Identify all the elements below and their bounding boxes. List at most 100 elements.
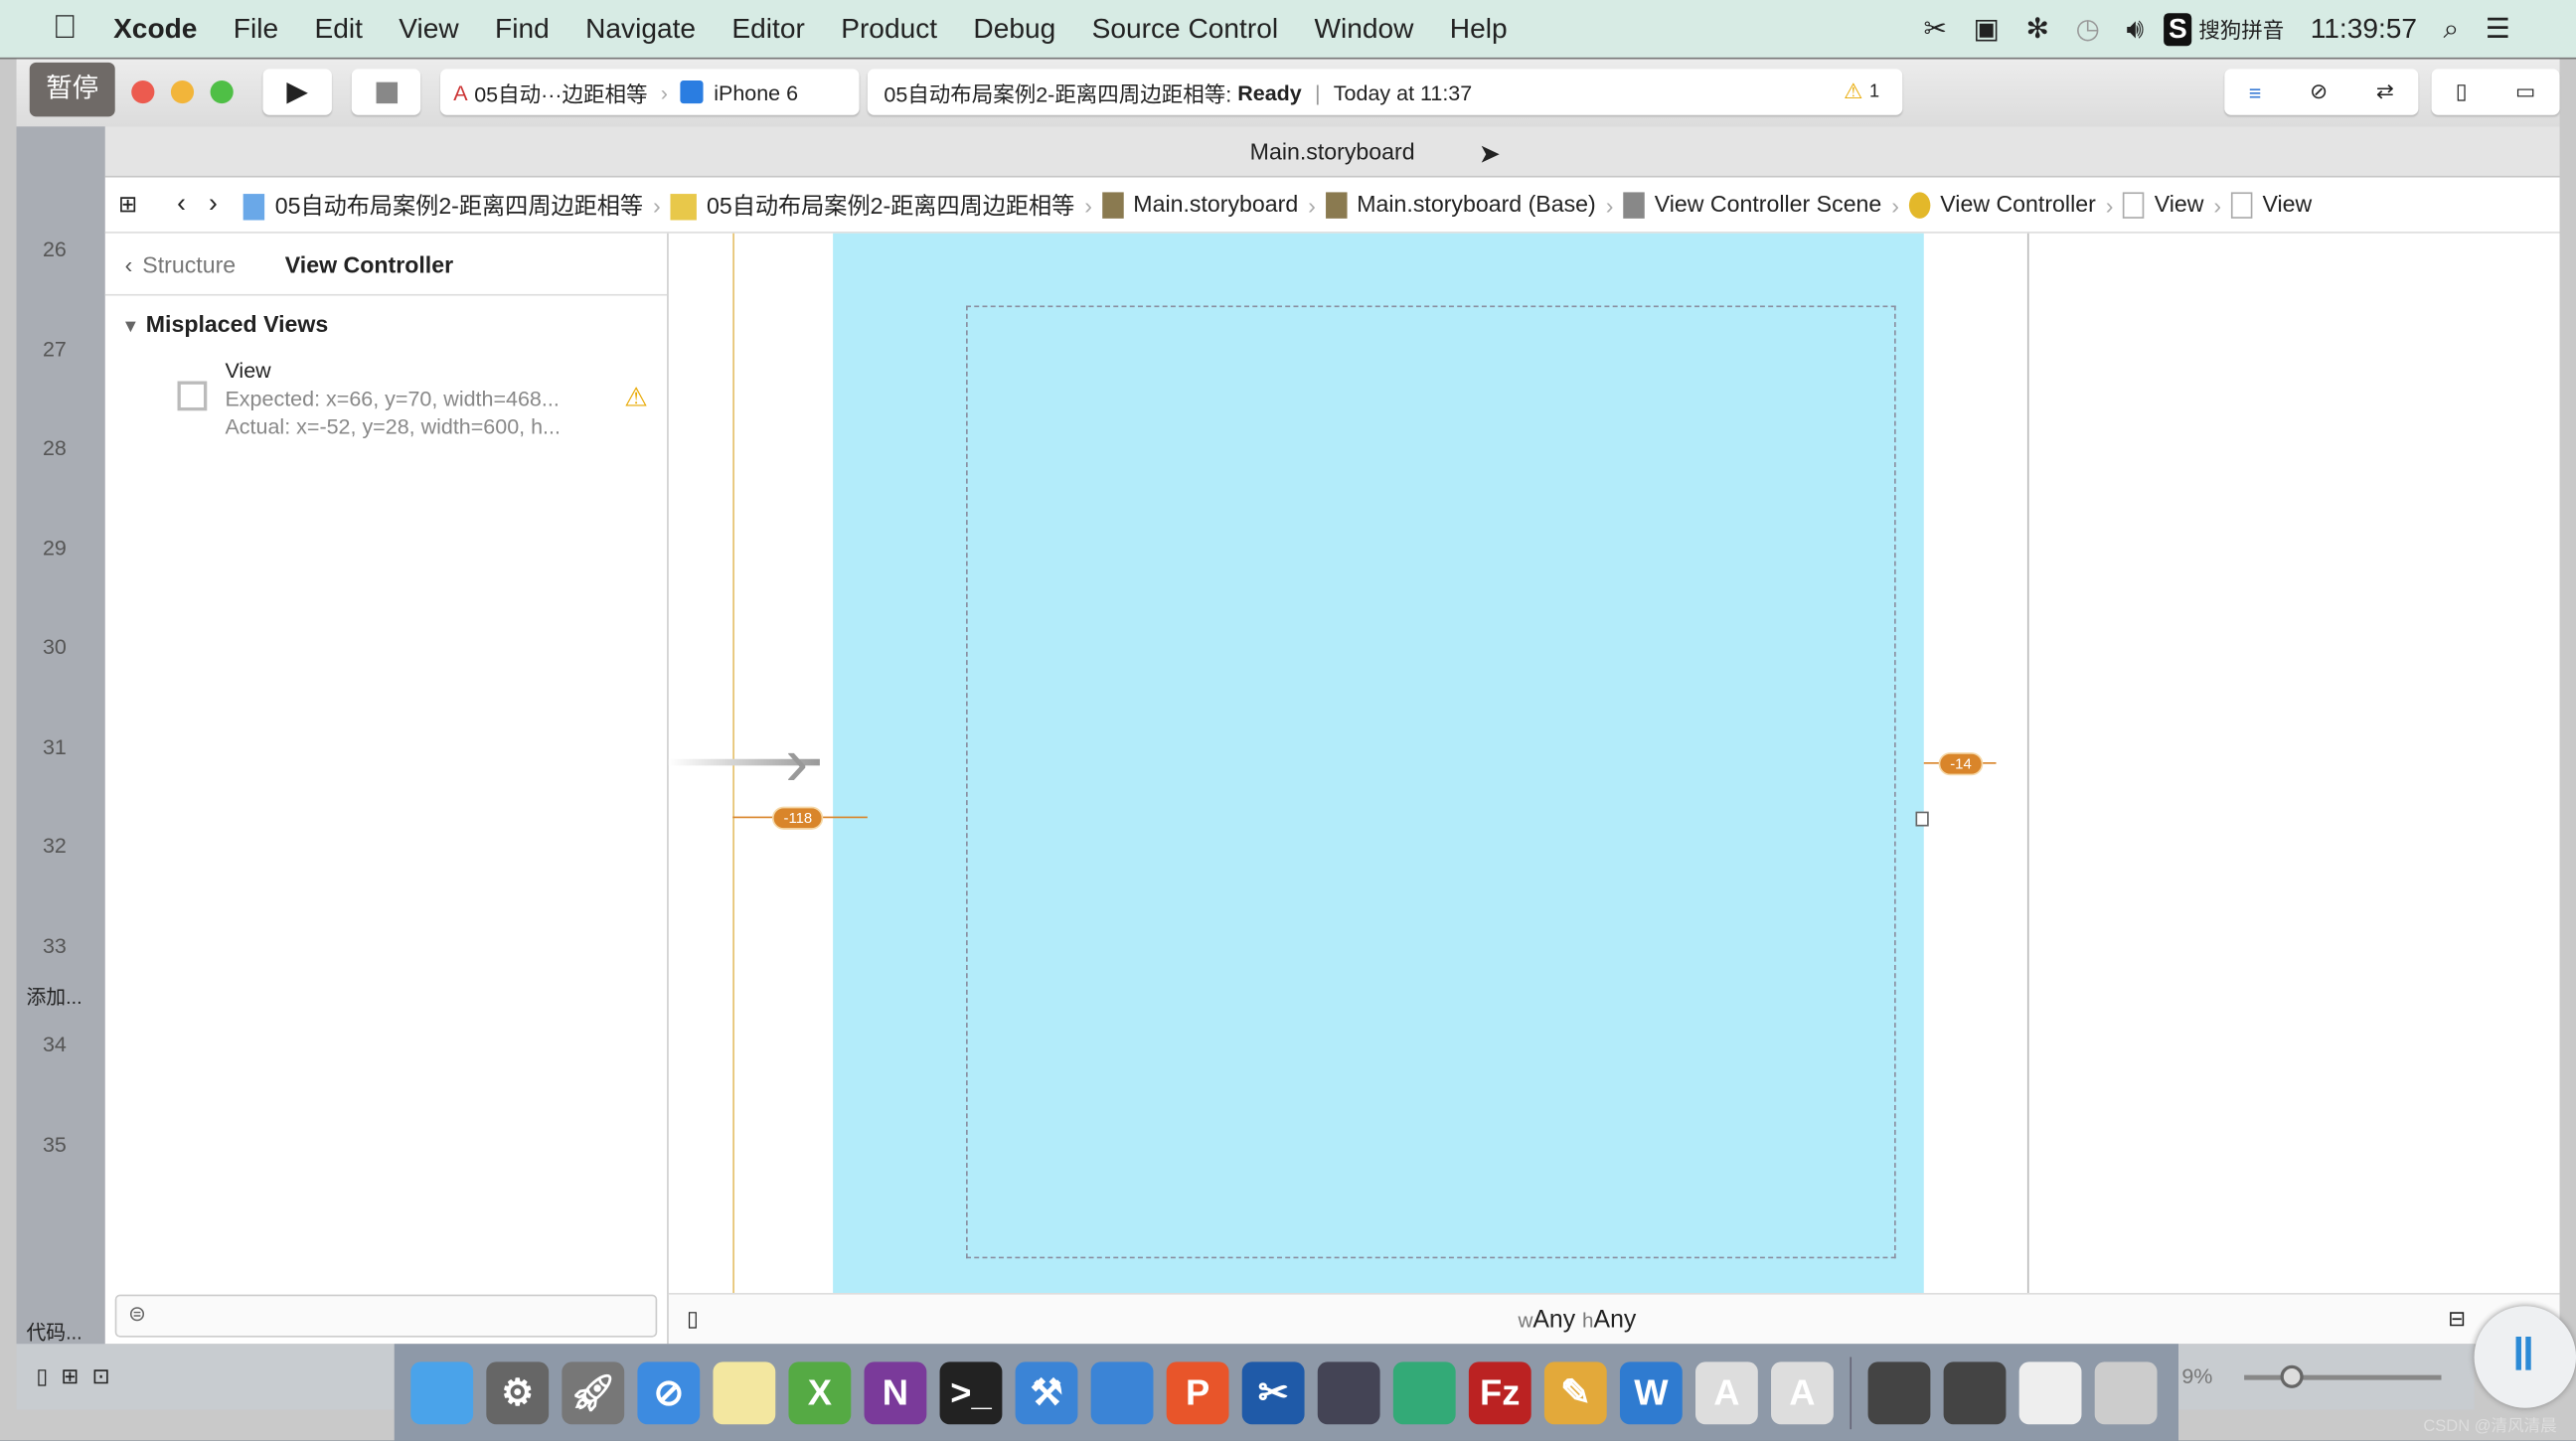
structure-back-button[interactable]: Structure xyxy=(142,250,236,276)
menu-file[interactable]: File xyxy=(234,12,278,45)
jump-storyboard[interactable]: Main.storyboard xyxy=(1101,191,1298,220)
line-number: 26 xyxy=(42,237,67,261)
scissors-icon[interactable]: ✂ xyxy=(1923,12,1947,45)
input-method[interactable]: 搜狗拼音 xyxy=(2198,13,2284,44)
pause-overlay[interactable]: 暂停 xyxy=(29,62,115,117)
volume-icon[interactable]: 🔊︎ xyxy=(2126,12,2144,45)
menu-help[interactable]: Help xyxy=(1450,12,1508,45)
forward-arrow-icon[interactable]: › xyxy=(209,190,218,220)
scheme-selector[interactable]: A 05自动···边距相等 › iPhone 6 xyxy=(440,69,860,115)
dock-launchpad-icon[interactable]: 🚀︎ xyxy=(562,1361,625,1424)
background-zoom-bar: 9% xyxy=(2178,1344,2475,1410)
dock-xcode-icon[interactable]: ⚒ xyxy=(1015,1361,1078,1424)
dock-pages-icon[interactable]: ✎ xyxy=(1543,1361,1607,1424)
time-machine-icon[interactable]: ◷ xyxy=(2075,12,2100,45)
stop-button[interactable] xyxy=(351,69,421,115)
filter-input[interactable]: ⊜ xyxy=(114,1294,658,1338)
assistant-editor-icon[interactable]: ⊘ xyxy=(2310,79,2328,104)
standard-editor-icon[interactable]: ≡ xyxy=(2249,80,2262,104)
dock-window-2-icon[interactable] xyxy=(1943,1361,2007,1424)
screen-record-icon[interactable]: ▣ xyxy=(1973,12,2000,45)
presentation-icon[interactable]: ⊡ xyxy=(92,1363,110,1389)
resize-handle[interactable] xyxy=(1915,811,1929,827)
menu-editor[interactable]: Editor xyxy=(731,12,804,45)
jump-project[interactable]: 05自动布局案例2-距离四周边距相等 xyxy=(243,188,643,221)
menu-source-control[interactable]: Source Control xyxy=(1092,12,1278,45)
navigator-title: View Controller xyxy=(284,250,454,277)
dock-onenote-icon[interactable]: N xyxy=(864,1361,927,1424)
version-editor-icon[interactable]: ⇄ xyxy=(2376,79,2394,104)
dock-simulator-icon[interactable] xyxy=(1090,1361,1154,1424)
minimize-window-button[interactable] xyxy=(170,80,195,104)
dock-excel-icon[interactable]: X xyxy=(788,1361,852,1424)
jump-scene[interactable]: View Controller Scene xyxy=(1623,191,1881,220)
dock-trash-icon[interactable] xyxy=(2094,1361,2158,1424)
back-chevron-icon[interactable]: ‹ xyxy=(125,250,133,276)
dock-safari-icon[interactable]: ⊘ xyxy=(637,1361,701,1424)
dock-finder-icon[interactable] xyxy=(410,1361,474,1424)
debug-area-toggle-icon[interactable]: ▭ xyxy=(2515,79,2535,104)
constraint-badge-left[interactable]: -118 xyxy=(771,806,824,830)
warning-icon[interactable]: ⚠ xyxy=(1844,79,1862,104)
menu-find[interactable]: Find xyxy=(495,12,550,45)
dock-filezilla-icon[interactable]: Fz xyxy=(1468,1361,1531,1424)
menu-window[interactable]: Window xyxy=(1314,12,1413,45)
dock-word-icon[interactable]: W xyxy=(1619,1361,1683,1424)
clock[interactable]: 11:39:57 xyxy=(2311,12,2417,45)
dock-installer-icon[interactable]: A xyxy=(1694,1361,1758,1424)
recording-pause-button[interactable]: ‖ xyxy=(2474,1306,2576,1408)
dock-installer-2-icon[interactable]: A xyxy=(1771,1361,1834,1424)
notification-center-icon[interactable]: ☰ xyxy=(2486,12,2510,45)
menu-edit[interactable]: Edit xyxy=(314,12,362,45)
status-project: 05自动布局案例2-距离四周边距相等: xyxy=(884,80,1232,106)
warning-count[interactable]: 1 xyxy=(1869,82,1879,102)
grid-view-icon[interactable]: ⊞ xyxy=(61,1363,79,1389)
zoom-slider[interactable] xyxy=(2244,1374,2442,1380)
jump-view[interactable]: View xyxy=(2123,191,2204,220)
dock-window-3-icon[interactable] xyxy=(2018,1361,2082,1424)
dock-imovie-icon[interactable] xyxy=(1317,1361,1380,1424)
background-editor-gutter: 26 27 28 29 30 31 32 33 34 35 添加... 代码... xyxy=(16,59,105,1358)
spotlight-icon[interactable]: ⌕ xyxy=(2444,12,2460,45)
menu-app[interactable]: Xcode xyxy=(113,12,197,45)
disclosure-triangle-icon[interactable]: ▼ xyxy=(121,317,139,337)
warning-icon[interactable]: ⚠ xyxy=(624,382,648,414)
menu-view[interactable]: View xyxy=(399,12,458,45)
jump-view-current[interactable]: View xyxy=(2231,191,2312,220)
view-icon xyxy=(2231,192,2253,220)
jump-folder[interactable]: 05自动布局案例2-距离四周边距相等 xyxy=(670,188,1074,221)
constraint-badge-right[interactable]: -14 xyxy=(1938,752,1984,776)
close-window-button[interactable] xyxy=(131,80,155,104)
bluetooth-icon[interactable]: ✻ xyxy=(2025,12,2049,45)
misplaced-views-section[interactable]: ▼ Misplaced Views xyxy=(121,310,667,336)
sogou-icon[interactable]: S xyxy=(2164,12,2192,46)
jump-view-controller[interactable]: View Controller xyxy=(1908,191,2096,220)
dock-screenshot-icon[interactable]: ✂ xyxy=(1241,1361,1305,1424)
line-number: 28 xyxy=(42,435,67,460)
zoom-window-button[interactable] xyxy=(210,80,234,104)
dock-notes-icon[interactable] xyxy=(713,1361,776,1424)
size-class-control[interactable]: wAny hAny xyxy=(1518,1306,1636,1334)
apple-icon[interactable]:  xyxy=(53,10,78,48)
line-number: 31 xyxy=(42,733,67,758)
misplaced-view-item[interactable]: View Expected: x=66, y=70, width=468... … xyxy=(225,357,560,440)
menu-product[interactable]: Product xyxy=(841,12,937,45)
resolve-layout-icon[interactable]: ⊟ xyxy=(2448,1306,2466,1332)
document-outline-toggle-icon[interactable]: ▯ xyxy=(687,1306,699,1332)
tab-main-storyboard[interactable]: Main.storyboard xyxy=(104,126,2560,178)
dock-terminal-icon[interactable]: >_ xyxy=(939,1361,1003,1424)
zoom-slider-thumb[interactable] xyxy=(2280,1364,2304,1388)
dock-window-1-icon[interactable] xyxy=(1867,1361,1931,1424)
menu-debug[interactable]: Debug xyxy=(973,12,1055,45)
list-view-icon[interactable]: ▯ xyxy=(36,1363,48,1389)
dock-ftp-icon[interactable] xyxy=(1392,1361,1456,1424)
related-items-icon[interactable]: ⊞ xyxy=(118,191,137,219)
menu-navigate[interactable]: Navigate xyxy=(585,12,696,45)
navigator-toggle-icon[interactable]: ▯ xyxy=(2456,79,2468,104)
dock-system-preferences-icon[interactable]: ⚙ xyxy=(486,1361,550,1424)
back-arrow-icon[interactable]: ‹ xyxy=(177,190,186,220)
misplaced-view-frame[interactable] xyxy=(966,305,1896,1259)
run-button[interactable]: ▶ xyxy=(262,69,332,115)
jump-storyboard-base[interactable]: Main.storyboard (Base) xyxy=(1325,191,1596,220)
dock-powerpoint-icon[interactable]: P xyxy=(1166,1361,1229,1424)
